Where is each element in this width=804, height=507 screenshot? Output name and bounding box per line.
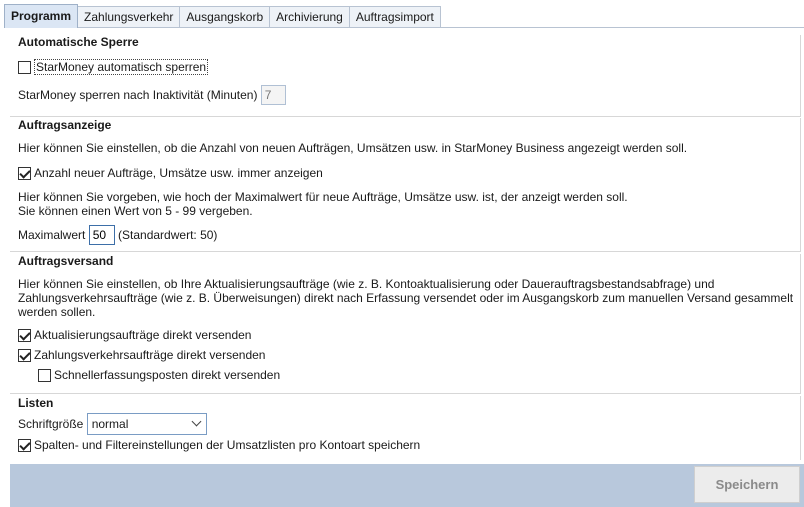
section-auftragsanzeige: Auftragsanzeige Hier können Sie einstell… — [10, 118, 801, 252]
show-count-option[interactable]: Anzahl neuer Aufträge, Umsätze usw. imme… — [18, 166, 323, 180]
versand-description-2: Zahlungsverkehrsaufträge (wie z. B. Über… — [18, 291, 794, 305]
tab-bar: Programm Zahlungsverkehr Ausgangskorb Ar… — [4, 4, 441, 28]
tab-zahlungsverkehr[interactable]: Zahlungsverkehr — [77, 6, 181, 28]
settings-panel: Automatische Sperre StarMoney automatisc… — [4, 27, 804, 507]
section-listen: Listen Schriftgröße normal Spalten- und … — [10, 396, 801, 460]
tab-archivierung[interactable]: Archivierung — [269, 6, 350, 28]
payment-direct-label: Zahlungsverkehrsaufträge direkt versende… — [34, 348, 266, 362]
tab-programm[interactable]: Programm — [4, 4, 79, 28]
font-size-value: normal — [91, 417, 129, 431]
show-count-checkbox[interactable] — [18, 167, 31, 180]
section-title: Listen — [18, 396, 54, 410]
tab-ausgangskorb[interactable]: Ausgangskorb — [179, 6, 271, 28]
max-value-input[interactable]: 50 — [88, 225, 115, 245]
save-columns-label: Spalten- und Filtereinstellungen der Ums… — [34, 438, 421, 452]
section-title: Automatische Sperre — [18, 35, 139, 49]
save-button[interactable]: Speichern — [694, 466, 800, 503]
max-description-1: Hier können Sie vorgeben, wie hoch der M… — [18, 190, 628, 204]
save-columns-option[interactable]: Spalten- und Filtereinstellungen der Ums… — [18, 438, 420, 452]
font-size-row: Schriftgröße normal — [18, 413, 207, 435]
font-size-label: Schriftgröße — [18, 417, 84, 431]
show-count-label: Anzahl neuer Aufträge, Umsätze usw. imme… — [34, 166, 323, 180]
save-columns-checkbox[interactable] — [18, 439, 31, 452]
section-title: Auftragsanzeige — [18, 118, 112, 132]
payment-direct-option[interactable]: Zahlungsverkehrsaufträge direkt versende… — [18, 348, 265, 362]
max-value-row: Maximalwert 50 (Standardwert: 50) — [18, 225, 217, 245]
chevron-down-icon — [191, 416, 202, 427]
tab-auftragsimport[interactable]: Auftragsimport — [348, 6, 441, 28]
inactivity-label: StarMoney sperren nach Inaktivität (Minu… — [18, 88, 258, 102]
section-title: Auftragsversand — [18, 254, 114, 268]
max-default-hint: (Standardwert: 50) — [118, 228, 218, 242]
auto-lock-checkbox[interactable] — [18, 61, 31, 74]
update-direct-checkbox[interactable] — [18, 329, 31, 342]
versand-description-1: Hier können Sie einstellen, ob Ihre Aktu… — [18, 277, 715, 291]
quick-entry-option[interactable]: Schnellerfassungsposten direkt versenden — [38, 368, 280, 382]
section-automatische-sperre: Automatische Sperre StarMoney automatisc… — [10, 35, 801, 117]
versand-description-3: werden sollen. — [18, 305, 96, 319]
inactivity-row: StarMoney sperren nach Inaktivität (Minu… — [18, 85, 286, 105]
quick-entry-checkbox[interactable] — [38, 369, 51, 382]
quick-entry-label: Schnellerfassungsposten direkt versenden — [54, 368, 281, 382]
inactivity-minutes-input[interactable]: 7 — [260, 85, 286, 105]
payment-direct-checkbox[interactable] — [18, 349, 31, 362]
footer-bar: Speichern — [10, 464, 804, 507]
max-description-2: Sie können einen Wert von 5 - 99 vergebe… — [18, 204, 253, 218]
section-auftragsversand: Auftragsversand Hier können Sie einstell… — [10, 254, 801, 394]
auto-lock-option[interactable]: StarMoney automatisch sperren — [18, 59, 209, 75]
auto-lock-label: StarMoney automatisch sperren — [34, 59, 209, 75]
update-direct-label: Aktualisierungsaufträge direkt versenden — [34, 328, 252, 342]
anzeige-description: Hier können Sie einstellen, ob die Anzah… — [18, 141, 688, 155]
max-value-label: Maximalwert — [18, 228, 86, 242]
font-size-select[interactable]: normal — [86, 413, 207, 435]
update-direct-option[interactable]: Aktualisierungsaufträge direkt versenden — [18, 328, 251, 342]
